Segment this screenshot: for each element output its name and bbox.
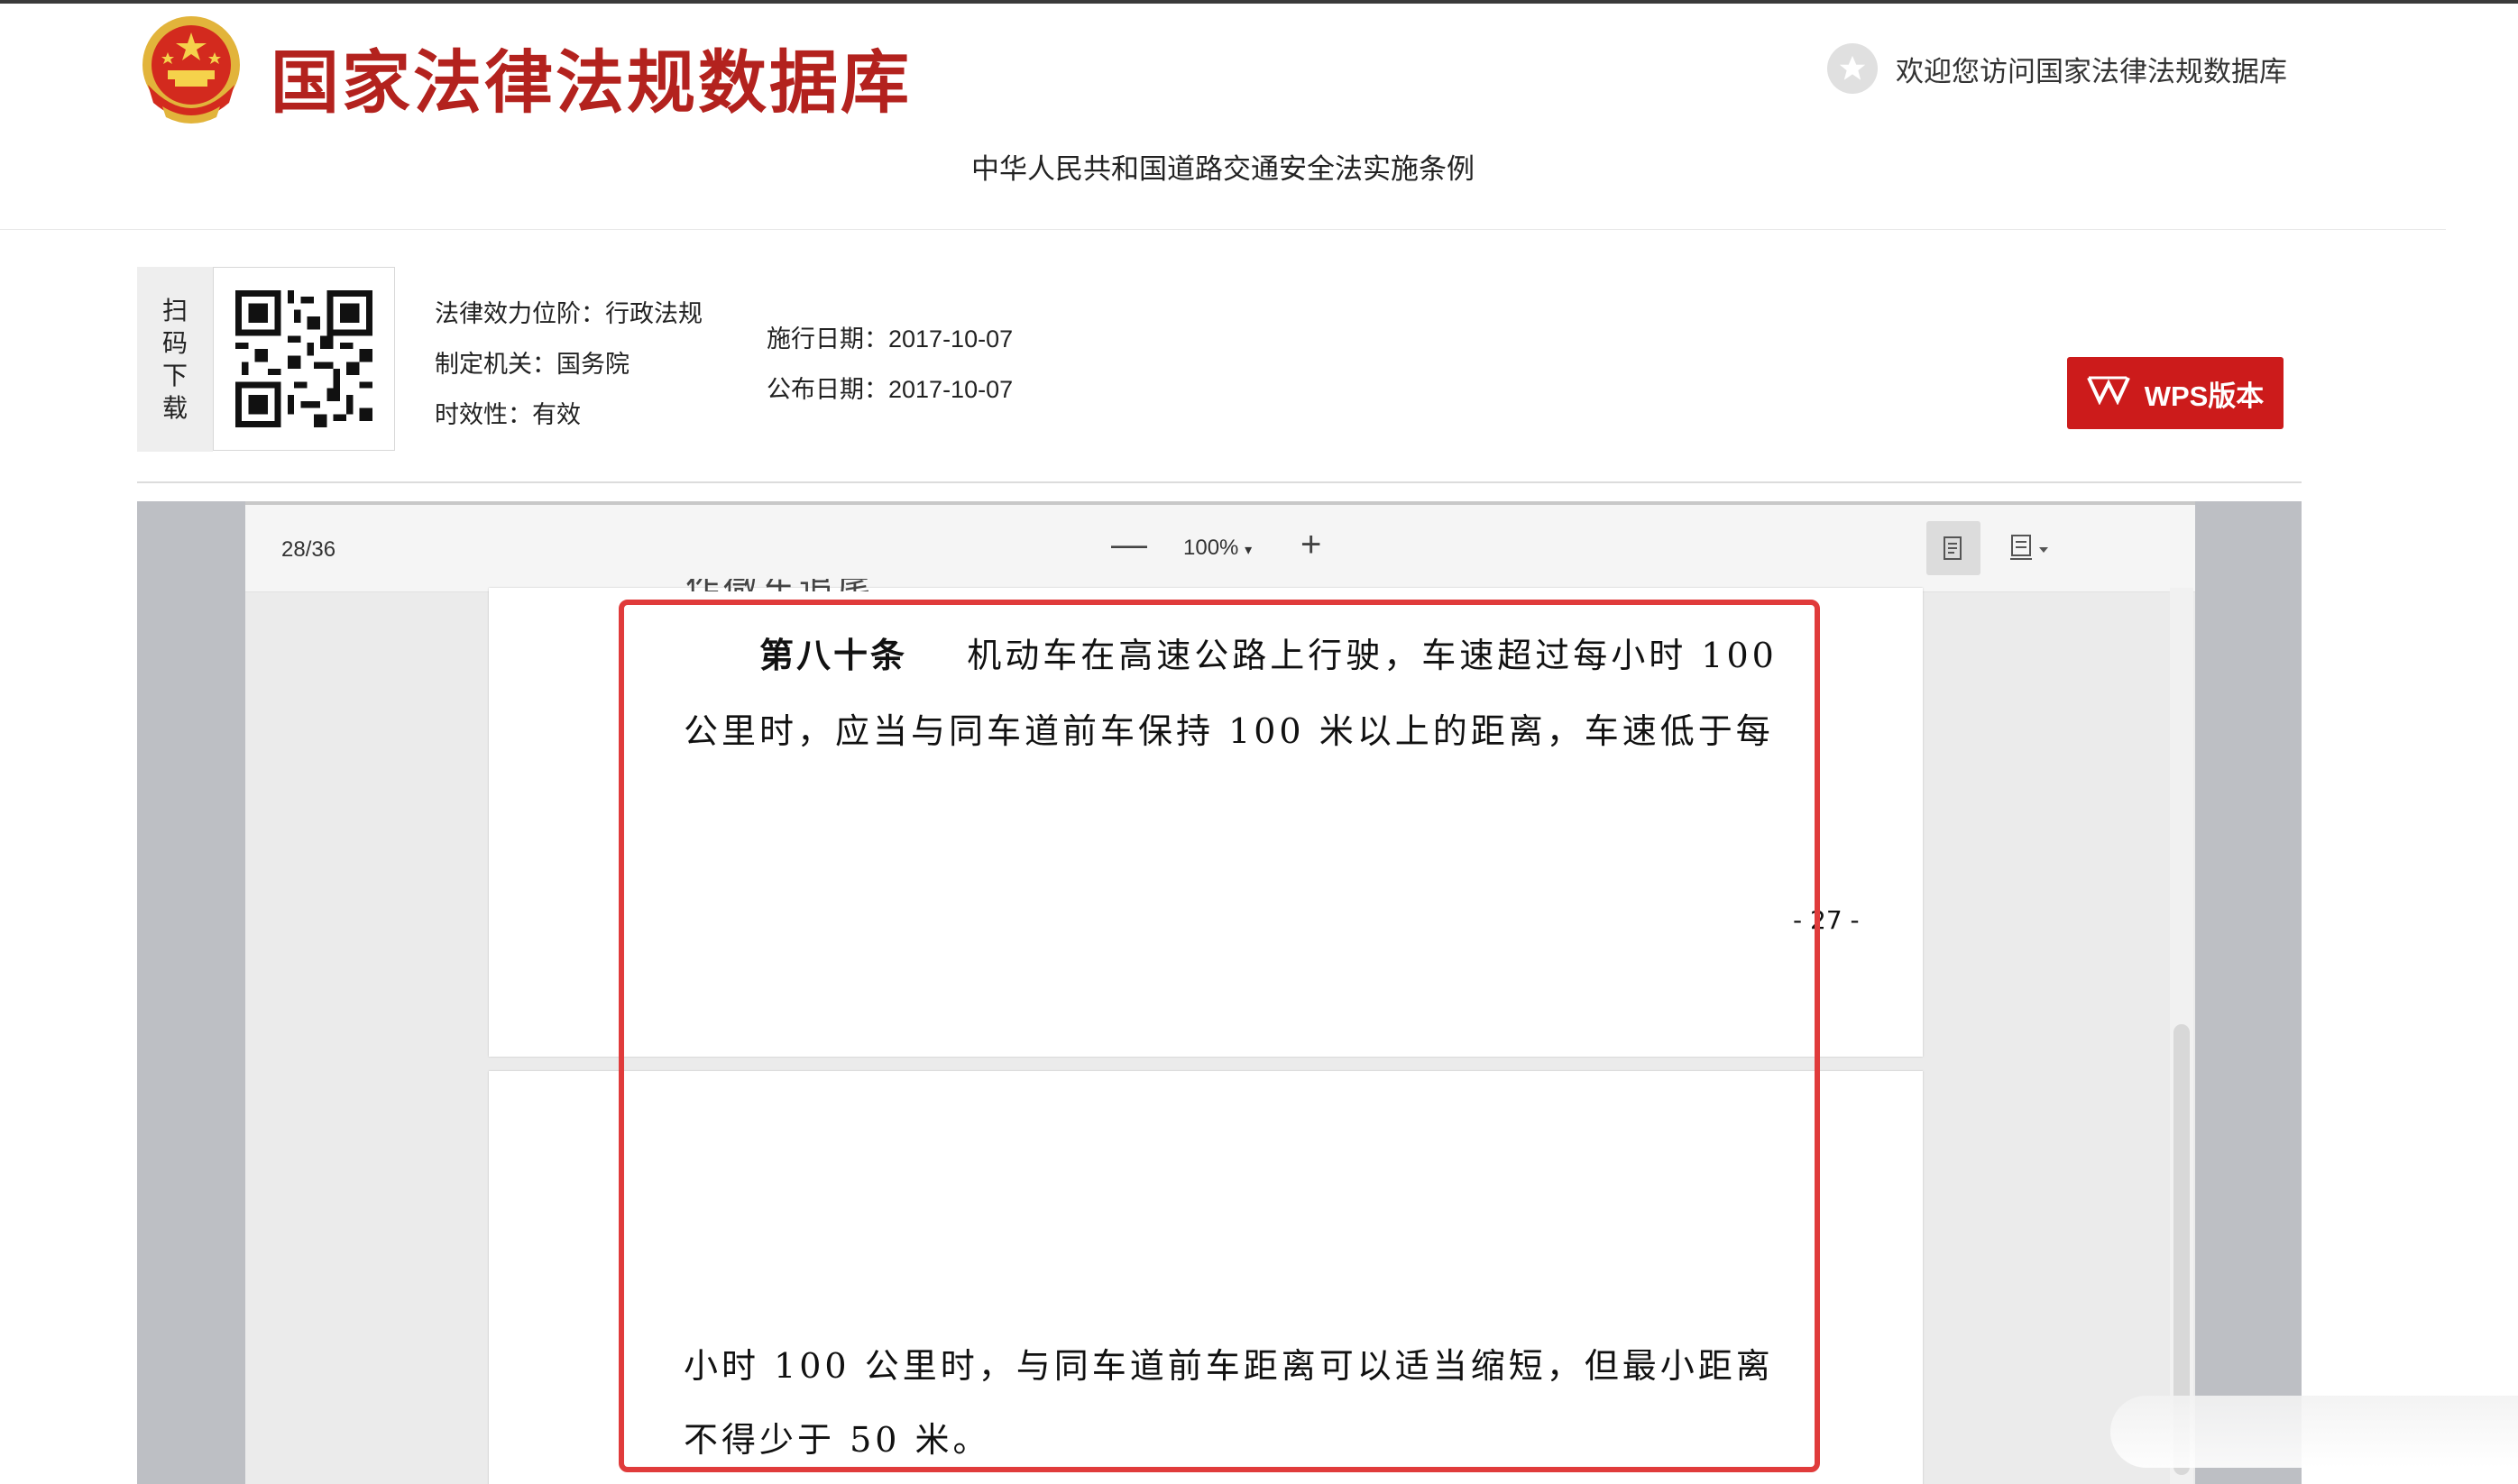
site-header: 国家法律法规数据库 欢迎您访问国家法律法规数据库 中华人民共和国道路交通安全法实…	[0, 4, 2446, 230]
corner-glow	[2110, 1396, 2518, 1468]
publish-date: 公布日期：2017-10-07	[767, 376, 1014, 403]
zoom-level: 100%	[1183, 536, 1239, 560]
legal-effect-level: 法律效力位阶：行政法规	[435, 300, 703, 327]
effective-date: 施行日期：2017-10-07	[767, 325, 1014, 353]
scan-label-char: 下	[161, 361, 188, 389]
clipped-previous-line: 作微车追尾...	[685, 579, 956, 591]
highlight-box	[619, 600, 1820, 1472]
section-divider	[137, 481, 2302, 483]
display-mode-icon[interactable]	[1999, 521, 2062, 575]
qr-code-icon	[213, 267, 395, 451]
welcome-text: 欢迎您访问国家法律法规数据库	[1896, 55, 2287, 87]
wps-icon	[2086, 374, 2130, 412]
zoom-level-dropdown[interactable]: 100% ▾	[1183, 536, 1252, 561]
wps-button-label: WPS版本	[2144, 380, 2265, 412]
zoom-in-button[interactable]: +	[1300, 525, 1321, 565]
scan-label-char: 码	[161, 328, 188, 357]
scan-download-label: 扫 码 下 载	[137, 267, 213, 452]
viewer-toolbar: 28/36 — 100% ▾ +	[245, 501, 2195, 592]
site-title[interactable]: 国家法律法规数据库	[271, 27, 912, 126]
issuing-authority: 制定机关：国务院	[435, 351, 630, 378]
scan-label-char: 载	[161, 393, 188, 422]
document-title: 中华人民共和国道路交通安全法实施条例	[971, 153, 1475, 185]
national-emblem-icon	[135, 13, 247, 128]
star-icon[interactable]	[1827, 43, 1878, 94]
welcome-area: 欢迎您访问国家法律法规数据库	[1827, 43, 2287, 94]
page-indicator: 28/36	[281, 537, 336, 562]
scan-label-char: 扫	[161, 296, 188, 325]
read-mode-icon[interactable]	[1926, 521, 1980, 575]
document-info-panel: 扫 码 下 载 法律效力位阶：行政法规 制定机关：国务院 时效性：有效 施行日期…	[137, 267, 2302, 483]
zoom-out-button[interactable]: —	[1111, 525, 1147, 565]
chevron-down-icon: ▾	[1245, 543, 1253, 558]
wps-version-button[interactable]: WPS版本	[2067, 357, 2284, 429]
validity-status: 时效性：有效	[435, 401, 581, 428]
